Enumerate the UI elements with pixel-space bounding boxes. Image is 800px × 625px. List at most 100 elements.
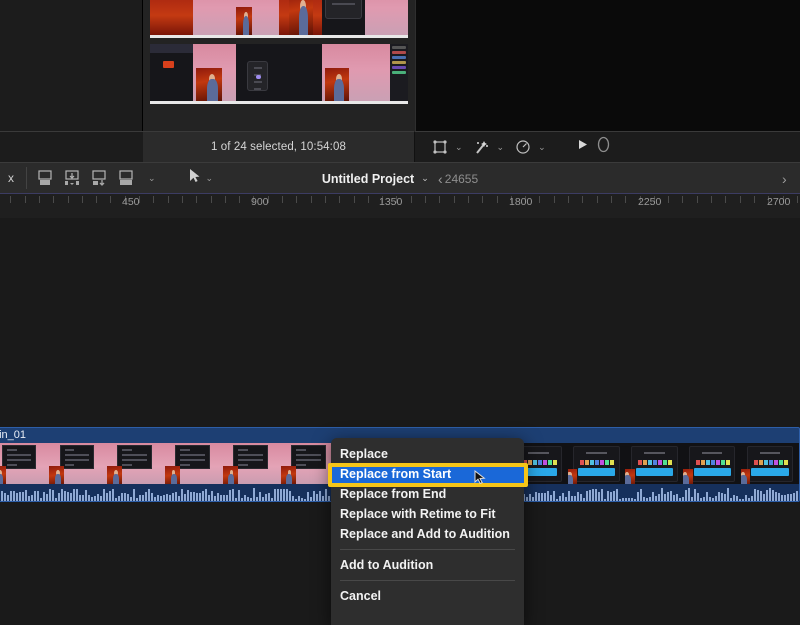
context-menu-item[interactable]: Replace: [331, 444, 524, 464]
waveform-bar: [13, 491, 15, 501]
play-icon[interactable]: [576, 138, 589, 156]
waveform-bar: [4, 493, 6, 501]
ruler-minor-tick: [196, 196, 197, 203]
ruler-minor-tick: [439, 196, 440, 203]
ruler-minor-tick: [497, 196, 498, 203]
browser-filmstrip-row[interactable]: [150, 0, 408, 38]
card-overlay-graphic: [747, 446, 793, 482]
chat-overlay-graphic: [117, 445, 152, 469]
ruler-minor-tick: [68, 196, 69, 203]
context-menu-item[interactable]: Replace with Retime to Fit: [331, 504, 524, 524]
viewer-panel[interactable]: [415, 0, 800, 131]
chevron-down-icon[interactable]: ⌄: [538, 142, 546, 153]
waveform-bar: [697, 493, 699, 501]
waveform-bar: [208, 495, 210, 501]
waveform-bar: [130, 497, 132, 501]
waveform-bar: [37, 491, 39, 501]
next-project-button[interactable]: ›: [782, 171, 787, 187]
waveform-bar: [691, 497, 693, 501]
chevron-down-icon[interactable]: ⌄: [148, 173, 156, 184]
ruler-minor-tick: [554, 196, 555, 203]
waveform-bar: [277, 489, 279, 501]
waveform-bar: [772, 490, 774, 501]
ruler-minor-tick: [597, 196, 598, 203]
context-menu-item[interactable]: Replace and Add to Audition: [331, 524, 524, 544]
waveform-bar: [295, 499, 297, 501]
previous-project-button[interactable]: ‹: [438, 171, 443, 187]
enhancement-button[interactable]: ⌄: [471, 136, 513, 158]
waveform-bar: [55, 498, 57, 501]
connect-edit-button[interactable]: [117, 169, 135, 187]
waveform-bar: [637, 492, 639, 501]
clip-thumbnail: [741, 443, 799, 486]
waveform-bar: [280, 489, 282, 501]
waveform-bar: [322, 496, 324, 501]
browser-panel[interactable]: [143, 0, 415, 131]
ruler-minor-tick: [96, 196, 97, 203]
waveform-bar: [568, 491, 570, 501]
waveform-bar: [595, 489, 597, 501]
context-menu-divider: [340, 580, 515, 581]
waveform-bar: [127, 494, 129, 501]
waveform-bar: [766, 490, 768, 501]
waveform-bar: [769, 488, 771, 501]
context-menu-item[interactable]: Replace from End: [331, 484, 524, 504]
ruler-tick-label: 2250: [638, 196, 661, 208]
retime-button[interactable]: ⌄: [512, 136, 554, 158]
waveform-bar: [544, 493, 546, 501]
waveform-bar: [97, 494, 99, 501]
waveform-bar: [160, 496, 162, 501]
chevron-down-icon[interactable]: ⌄: [455, 142, 463, 153]
ruler-minor-tick: [582, 196, 583, 203]
waveform-bar: [316, 494, 318, 501]
waveform-bar: [133, 489, 135, 501]
browser-filmstrip-row[interactable]: [150, 44, 408, 104]
ruler-minor-tick: [10, 196, 11, 203]
chat-overlay-graphic: [233, 445, 268, 469]
waveform-bar: [739, 499, 741, 501]
waveform-bar: [727, 488, 729, 501]
loop-icon[interactable]: [596, 136, 611, 158]
timeline-ruler[interactable]: 4509001350180022502700: [0, 193, 800, 218]
insert-edit-button[interactable]: [63, 169, 81, 187]
filmstrip-frame: [279, 0, 322, 35]
waveform-bar: [109, 491, 111, 501]
filmstrip-frame: [150, 0, 193, 35]
waveform-bar: [202, 491, 204, 501]
chevron-down-icon[interactable]: ⌄: [206, 173, 214, 184]
chat-overlay-graphic: [60, 445, 95, 469]
waveform-bar: [154, 497, 156, 501]
waveform-bar: [604, 499, 606, 501]
waveform-bar: [580, 494, 582, 501]
context-menu[interactable]: ReplaceReplace from StartReplace from En…: [331, 438, 524, 625]
waveform-bar: [745, 495, 747, 502]
ruler-minor-tick: [482, 196, 483, 203]
waveform-bar: [232, 489, 234, 501]
waveform-bar: [649, 497, 651, 501]
ruler-minor-tick: [82, 196, 83, 203]
ruler-tick-label: 1350: [379, 196, 402, 208]
context-menu-item[interactable]: Cancel: [331, 586, 524, 606]
clip-thumbnail: [220, 443, 278, 486]
waveform-bar: [298, 496, 300, 501]
waveform-bar: [781, 495, 783, 501]
clip-thumbnail: [278, 443, 336, 486]
waveform-bar: [31, 495, 33, 501]
arrow-tool-icon: [188, 168, 202, 189]
chevron-down-icon[interactable]: ⌄: [421, 173, 429, 184]
ruler-minor-tick: [697, 196, 698, 203]
transform-button[interactable]: ⌄: [429, 136, 471, 158]
overwrite-edit-button[interactable]: [90, 169, 108, 187]
waveform-bar: [310, 497, 312, 502]
append-edit-button[interactable]: [36, 169, 54, 187]
chevron-down-icon[interactable]: ⌄: [497, 142, 505, 153]
waveform-bar: [169, 495, 171, 501]
waveform-bar: [733, 495, 735, 502]
waveform-bar: [10, 491, 12, 501]
tool-selector[interactable]: ⌄: [188, 168, 222, 189]
context-menu-item[interactable]: Replace from Start: [331, 464, 524, 484]
ruler-minor-tick: [339, 196, 340, 203]
ruler-minor-tick: [725, 196, 726, 203]
waveform-bar: [592, 489, 594, 501]
context-menu-item[interactable]: Add to Audition: [331, 555, 524, 575]
